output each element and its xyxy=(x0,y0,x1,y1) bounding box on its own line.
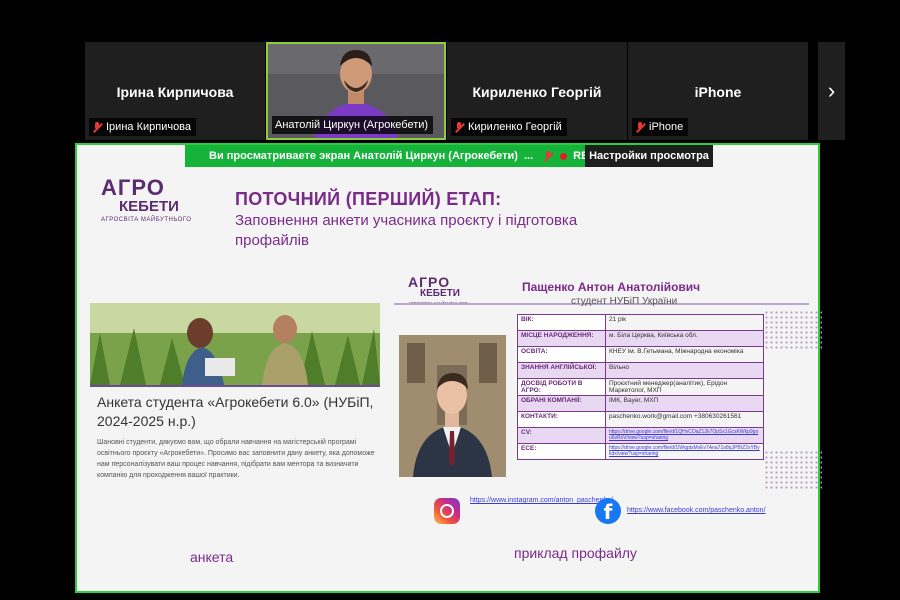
facebook-link[interactable]: https://www.facebook.com/paschenko.anton… xyxy=(627,506,807,515)
slide-title: ПОТОЧНИЙ (ПЕРШИЙ) ЕТАП: xyxy=(235,189,502,209)
row-key: ЗНАННЯ АНГЛІЙСЬКОЇ: xyxy=(517,362,606,379)
rec-icon xyxy=(560,152,568,160)
profile-row: ОСВІТА: КНЕУ ім. В.Гетьмана, Міжнародна е… xyxy=(517,346,764,363)
row-value: м. Біла Церква, Київська обл. xyxy=(605,330,764,347)
row-value: Вільно xyxy=(605,362,764,379)
participant-tag-label: Анатолій Циркун (Агрокебети) xyxy=(275,119,429,131)
participant-name: iPhone xyxy=(694,84,742,100)
participant-tag-label: iPhone xyxy=(649,121,684,133)
profile-row: ЕСЕ: https://drive.google.com/file/d/1lWq… xyxy=(517,443,764,460)
decor-dots xyxy=(764,450,822,490)
row-key: ДОСВІД РОБОТИ В АГРО: xyxy=(517,378,606,396)
form-title: Анкета студента «Агрокебети 6.0» (НУБіП,… xyxy=(97,394,374,429)
slide-subtitle: Заповнення анкети учасника проєкту і під… xyxy=(235,212,578,249)
participant-tile-1[interactable]: Ірина Кирпичова Ірина Кирпичова xyxy=(85,42,265,140)
caption-profile: приклад профайлу xyxy=(514,545,637,561)
row-key: CV: xyxy=(517,427,606,444)
essay-link[interactable]: https://drive.google.com/file/d/1lWqptsM… xyxy=(605,443,764,460)
participant-tile-3[interactable]: Кириленко Георгій Кириленко Георгій xyxy=(447,42,627,140)
profile-status: студент НУБіП України xyxy=(571,296,678,307)
row-key: ОБРАНІ КОМПАНІЇ: xyxy=(517,395,606,412)
profile-row: CV: https://drive.google.com/file/d/1QHvC… xyxy=(517,427,764,444)
next-page-button[interactable]: › xyxy=(818,42,845,140)
row-key: ВІК: xyxy=(517,314,606,331)
mic-muted-icon xyxy=(635,121,646,133)
instagram-icon xyxy=(434,498,460,524)
form-divider xyxy=(90,385,380,387)
caption-form: анкета xyxy=(190,549,234,565)
row-value: 21 рік xyxy=(605,314,764,331)
form-description: Шановні студенти, дякуємо вам, що обрали… xyxy=(97,439,375,479)
decor-dots xyxy=(764,310,822,350)
mic-muted-icon xyxy=(454,121,465,133)
row-key: ОСВІТА: xyxy=(517,346,606,363)
row-value: paschenko.work@gmail.com +380630261561 xyxy=(605,411,764,428)
participant-name: Ірина Кирпичова xyxy=(116,84,234,100)
participant-tag: Кириленко Георгій xyxy=(451,118,567,136)
participant-tag: Ірина Кирпичова xyxy=(89,118,197,136)
row-value: КНЕУ ім. В.Гетьмана, Міжнародна економік… xyxy=(605,346,764,363)
participant-tag-label: Кириленко Георгій xyxy=(468,121,562,133)
agrokebety-logo: АГРО КЕБЕТИ АГРОСВІТА МАЙБУТНЬОГО xyxy=(101,175,211,224)
row-value: ІМК, Bayer, МХП xyxy=(605,395,764,412)
facebook-icon: f xyxy=(595,498,621,524)
cv-link[interactable]: https://drive.google.com/file/d/1QHvCOaZ… xyxy=(605,427,764,444)
profile-row: МІСЦЕ НАРОДЖЕННЯ: м. Біла Церква, Київськ… xyxy=(517,330,764,347)
row-key: КОНТАКТИ: xyxy=(517,411,606,428)
row-key: ЕСЕ: xyxy=(517,443,606,460)
profile-row: ДОСВІД РОБОТИ В АГРО: Проєктний менеджер(… xyxy=(517,378,764,396)
mic-muted-icon xyxy=(543,150,554,162)
shared-screen: Ви просматриваете экран Анатолій Циркун … xyxy=(75,143,822,593)
instagram-link[interactable]: https://www.instagram.com/anton_paschenk… xyxy=(470,496,613,505)
profile-row: ЗНАННЯ АНГЛІЙСЬКОЇ: Вільно xyxy=(517,362,764,379)
row-value: Проєктний менеджер(аналітик), Ерідон Мар… xyxy=(605,378,764,396)
profile-row: ОБРАНІ КОМПАНІЇ: ІМК, Bayer, МХП xyxy=(517,395,764,412)
farm-photo xyxy=(90,303,380,385)
share-status-ellipsis: ... xyxy=(523,150,534,162)
profile-name: Пащенко Антон Анатолійович xyxy=(522,280,701,294)
logo-line1: АГРО xyxy=(101,175,165,200)
profile-photo xyxy=(399,335,506,477)
logo-line2: КЕБЕТИ xyxy=(119,198,179,215)
chevron-right-icon: › xyxy=(827,78,836,103)
participant-tile-4[interactable]: iPhone iPhone xyxy=(628,42,808,140)
profile-row: ВІК: 21 рік xyxy=(517,314,764,331)
participant-name: Кириленко Георгій xyxy=(472,84,602,100)
view-settings-button[interactable]: Настройки просмотра xyxy=(585,145,713,167)
logo-line2: КЕБЕТИ xyxy=(420,288,460,299)
profile-card: АГРО КЕБЕТИ АГРОСВІТА МАЙБУТНЬОГО Пащенк… xyxy=(394,270,822,532)
participant-tag-label: Ірина Кирпичова xyxy=(106,121,192,133)
row-key: МІСЦЕ НАРОДЖЕННЯ: xyxy=(517,330,606,347)
logo-tagline: АГРОСВІТА МАЙБУТНЬОГО xyxy=(101,217,192,223)
profile-row: КОНТАКТИ: paschenko.work@gmail.com +38063… xyxy=(517,411,764,428)
participant-tag: iPhone xyxy=(632,118,689,136)
meeting-window: { "participants": [ {"display_name": "Ір… xyxy=(0,0,900,600)
participant-tile-2-video[interactable]: Анатолій Циркун (Агрокебети) xyxy=(266,42,446,140)
agrokebety-logo-small: АГРО КЕБЕТИ АГРОСВІТА МАЙБУТНЬОГО xyxy=(408,275,488,306)
participant-tag: Анатолій Циркун (Агрокебети) xyxy=(272,116,434,134)
share-status-text: Ви просматриваете экран Анатолій Циркун … xyxy=(209,150,518,162)
mic-muted-icon xyxy=(92,121,103,133)
participant-strip: Ірина Кирпичова Ірина Кирпичова Анатолій… xyxy=(85,42,808,140)
profile-table: ВІК: 21 рік МІСЦЕ НАРОДЖЕННЯ: м. Біла Церк… xyxy=(517,314,764,460)
